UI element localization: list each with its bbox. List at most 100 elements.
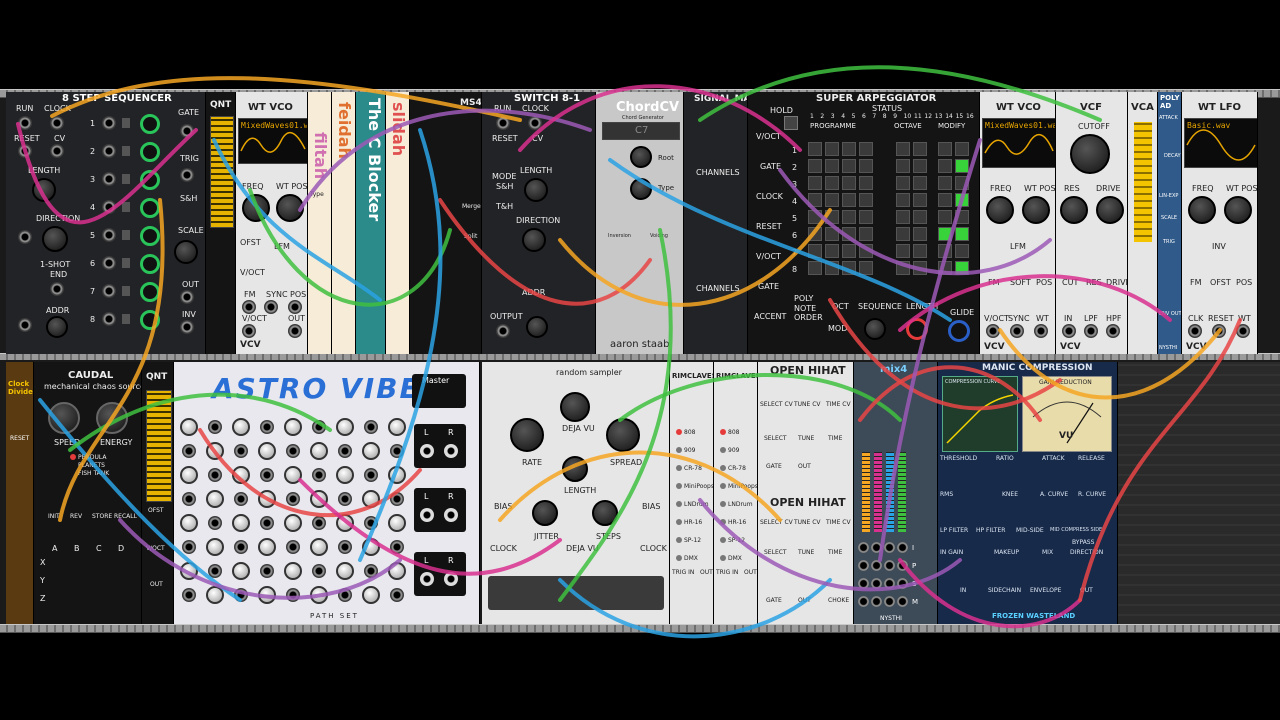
mix-jack[interactable] — [858, 560, 869, 571]
astro-jack[interactable] — [338, 588, 352, 602]
addr-knob[interactable] — [526, 316, 548, 338]
arp-step-cell[interactable] — [896, 193, 910, 207]
wt-jack[interactable] — [1236, 324, 1250, 338]
wtpos-knob[interactable] — [1224, 196, 1252, 224]
arp-step-cell[interactable] — [842, 176, 856, 190]
arp-step-cell[interactable] — [896, 210, 910, 224]
length-knob[interactable] — [524, 178, 548, 202]
astro-knob[interactable] — [232, 418, 250, 436]
module-caudal[interactable]: CAUDAL mechanical chaos source SPEED ENE… — [34, 362, 142, 624]
module-vca[interactable]: VCA — [1128, 92, 1158, 354]
reset-jack[interactable] — [1212, 324, 1226, 338]
arp-step-cell[interactable] — [913, 176, 927, 190]
astro-jack[interactable] — [286, 540, 300, 554]
astro-jack[interactable] — [234, 540, 248, 554]
out-r-jack[interactable] — [444, 572, 458, 586]
astro-jack[interactable] — [260, 516, 274, 530]
arp-step-cell[interactable] — [913, 244, 927, 258]
out-r-jack[interactable] — [444, 508, 458, 522]
astro-knob[interactable] — [232, 466, 250, 484]
astro-knob[interactable] — [180, 466, 198, 484]
model-name[interactable]: SP-12 — [728, 536, 745, 545]
model-name[interactable]: 808 — [684, 428, 695, 437]
length-knob[interactable] — [906, 318, 928, 340]
model-name[interactable]: HR-16 — [728, 518, 746, 527]
module-wt-vco-2[interactable]: WT VCO MixedWaves01.wav FREQ WT POS LFM … — [980, 92, 1056, 354]
astro-jack[interactable] — [364, 516, 378, 530]
astro-knob[interactable] — [388, 418, 406, 436]
module-feidah[interactable]: feidah — [332, 92, 356, 354]
inv-jack[interactable] — [180, 320, 194, 334]
astro-jack[interactable] — [234, 588, 248, 602]
mix-jack[interactable] — [871, 560, 882, 571]
model-name[interactable]: DMX — [728, 554, 742, 563]
model-name[interactable]: 909 — [728, 446, 739, 455]
arp-step-cell[interactable] — [808, 244, 822, 258]
deja-vu-knob[interactable] — [560, 392, 590, 422]
drive-knob[interactable] — [1096, 196, 1124, 224]
model-name[interactable]: LNDrum — [728, 500, 753, 509]
astro-jack[interactable] — [208, 564, 222, 578]
step-knob[interactable] — [140, 114, 160, 134]
astro-jack[interactable] — [364, 564, 378, 578]
astro-jack[interactable] — [390, 444, 404, 458]
out-l-jack[interactable] — [420, 444, 434, 458]
astro-knob[interactable] — [206, 490, 224, 508]
jitter-knob[interactable] — [532, 500, 558, 526]
astro-knob[interactable] — [180, 418, 198, 436]
arp-step-cell[interactable] — [955, 176, 969, 190]
astro-jack[interactable] — [208, 516, 222, 530]
model-name[interactable]: CR-78 — [728, 464, 746, 473]
step-knob[interactable] — [140, 226, 160, 246]
mix-jack[interactable] — [897, 596, 908, 607]
astro-knob[interactable] — [180, 562, 198, 580]
arp-step-cell[interactable] — [825, 142, 839, 156]
astro-jack[interactable] — [312, 516, 326, 530]
model-name[interactable]: HR-16 — [684, 518, 702, 527]
arp-step-cell[interactable] — [938, 210, 952, 224]
clock-jack[interactable] — [50, 116, 64, 130]
scale-knob[interactable] — [174, 240, 198, 264]
trig-out-jack[interactable] — [180, 168, 194, 182]
clock-jack[interactable] — [528, 116, 542, 130]
arp-step-cell[interactable] — [913, 159, 927, 173]
step-knob[interactable] — [140, 254, 160, 274]
astro-jack[interactable] — [234, 444, 248, 458]
arp-step-cell[interactable] — [842, 159, 856, 173]
astro-knob[interactable] — [362, 490, 380, 508]
astro-jack[interactable] — [182, 492, 196, 506]
arp-step-cell[interactable] — [955, 261, 969, 275]
arp-step-cell[interactable] — [955, 159, 969, 173]
steps-knob[interactable] — [592, 500, 618, 526]
arp-step-cell[interactable] — [859, 227, 873, 241]
step-switch[interactable] — [122, 146, 130, 156]
module-c-blocker[interactable]: The C Blocker — [356, 92, 386, 354]
output-jack[interactable] — [496, 324, 510, 338]
mix-jack[interactable] — [897, 560, 908, 571]
model-name[interactable]: DMX — [684, 554, 698, 563]
arp-step-cell[interactable] — [896, 176, 910, 190]
module-manic-compression[interactable]: MANIC COMPRESSION COMPRESSION CURVE GAIN… — [938, 362, 1118, 624]
arp-step-cell[interactable] — [808, 159, 822, 173]
arp-step-cell[interactable] — [938, 193, 952, 207]
arp-step-cell[interactable] — [842, 210, 856, 224]
astro-knob[interactable] — [362, 538, 380, 556]
astro-jack[interactable] — [286, 444, 300, 458]
arp-step-cell[interactable] — [859, 176, 873, 190]
astro-knob[interactable] — [362, 442, 380, 460]
astro-jack[interactable] — [208, 468, 222, 482]
astro-jack[interactable] — [260, 468, 274, 482]
astro-jack[interactable] — [286, 588, 300, 602]
mix-jack[interactable] — [884, 578, 895, 589]
out-l-jack[interactable] — [420, 572, 434, 586]
hpf-jack[interactable] — [1106, 324, 1120, 338]
model-name[interactable]: LNDrum — [684, 500, 709, 509]
wtpos-knob[interactable] — [276, 194, 304, 222]
step-switch[interactable] — [122, 118, 130, 128]
module-open-hihat-2[interactable]: OPEN HIHAT SELECT CV TUNE CV TIME CV SEL… — [758, 494, 854, 624]
mix-jack[interactable] — [884, 560, 895, 571]
step-switch[interactable] — [122, 230, 130, 240]
model-name[interactable]: 808 — [728, 428, 739, 437]
arp-step-cell[interactable] — [825, 210, 839, 224]
step-switch[interactable] — [122, 314, 130, 324]
